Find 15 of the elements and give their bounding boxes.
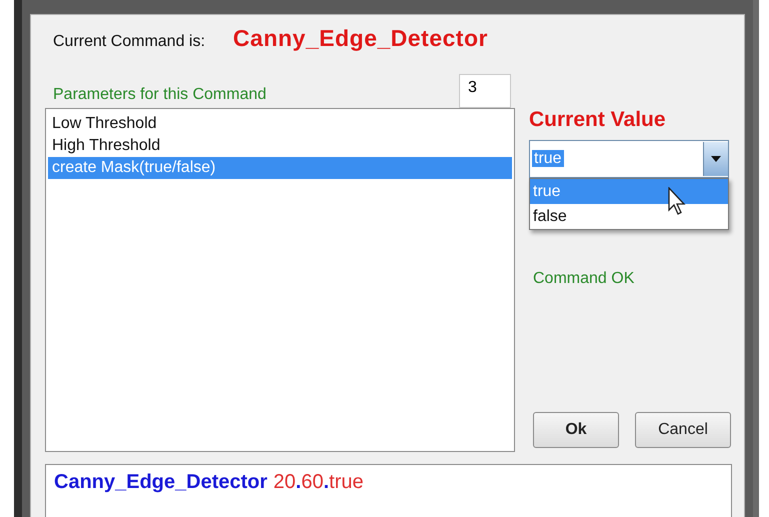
parameter-item[interactable]: High Threshold <box>48 135 512 158</box>
cancel-button[interactable]: Cancel <box>635 412 731 448</box>
dropdown-option[interactable]: false <box>530 204 728 230</box>
command-line-field[interactable]: Canny_Edge_Detector 20.60.true <box>45 464 732 517</box>
status-text: Command OK <box>532 270 636 288</box>
dropdown-arrow-icon <box>711 156 721 162</box>
parameter-list[interactable]: Low Threshold High Threshold create Mask(true/false) <box>45 108 515 452</box>
mouse-pointer-icon <box>668 187 686 216</box>
current-value-label: Current Value <box>529 108 667 132</box>
command-label: Current Command is: <box>53 33 206 51</box>
parameter-item[interactable]: Low Threshold <box>48 113 512 136</box>
ok-button[interactable]: Ok <box>533 412 619 448</box>
parameter-count-field[interactable]: 3 <box>459 74 511 108</box>
command-name: Canny_Edge_Detector <box>233 25 488 52</box>
parameters-label: Parameters for this Command <box>52 86 266 106</box>
